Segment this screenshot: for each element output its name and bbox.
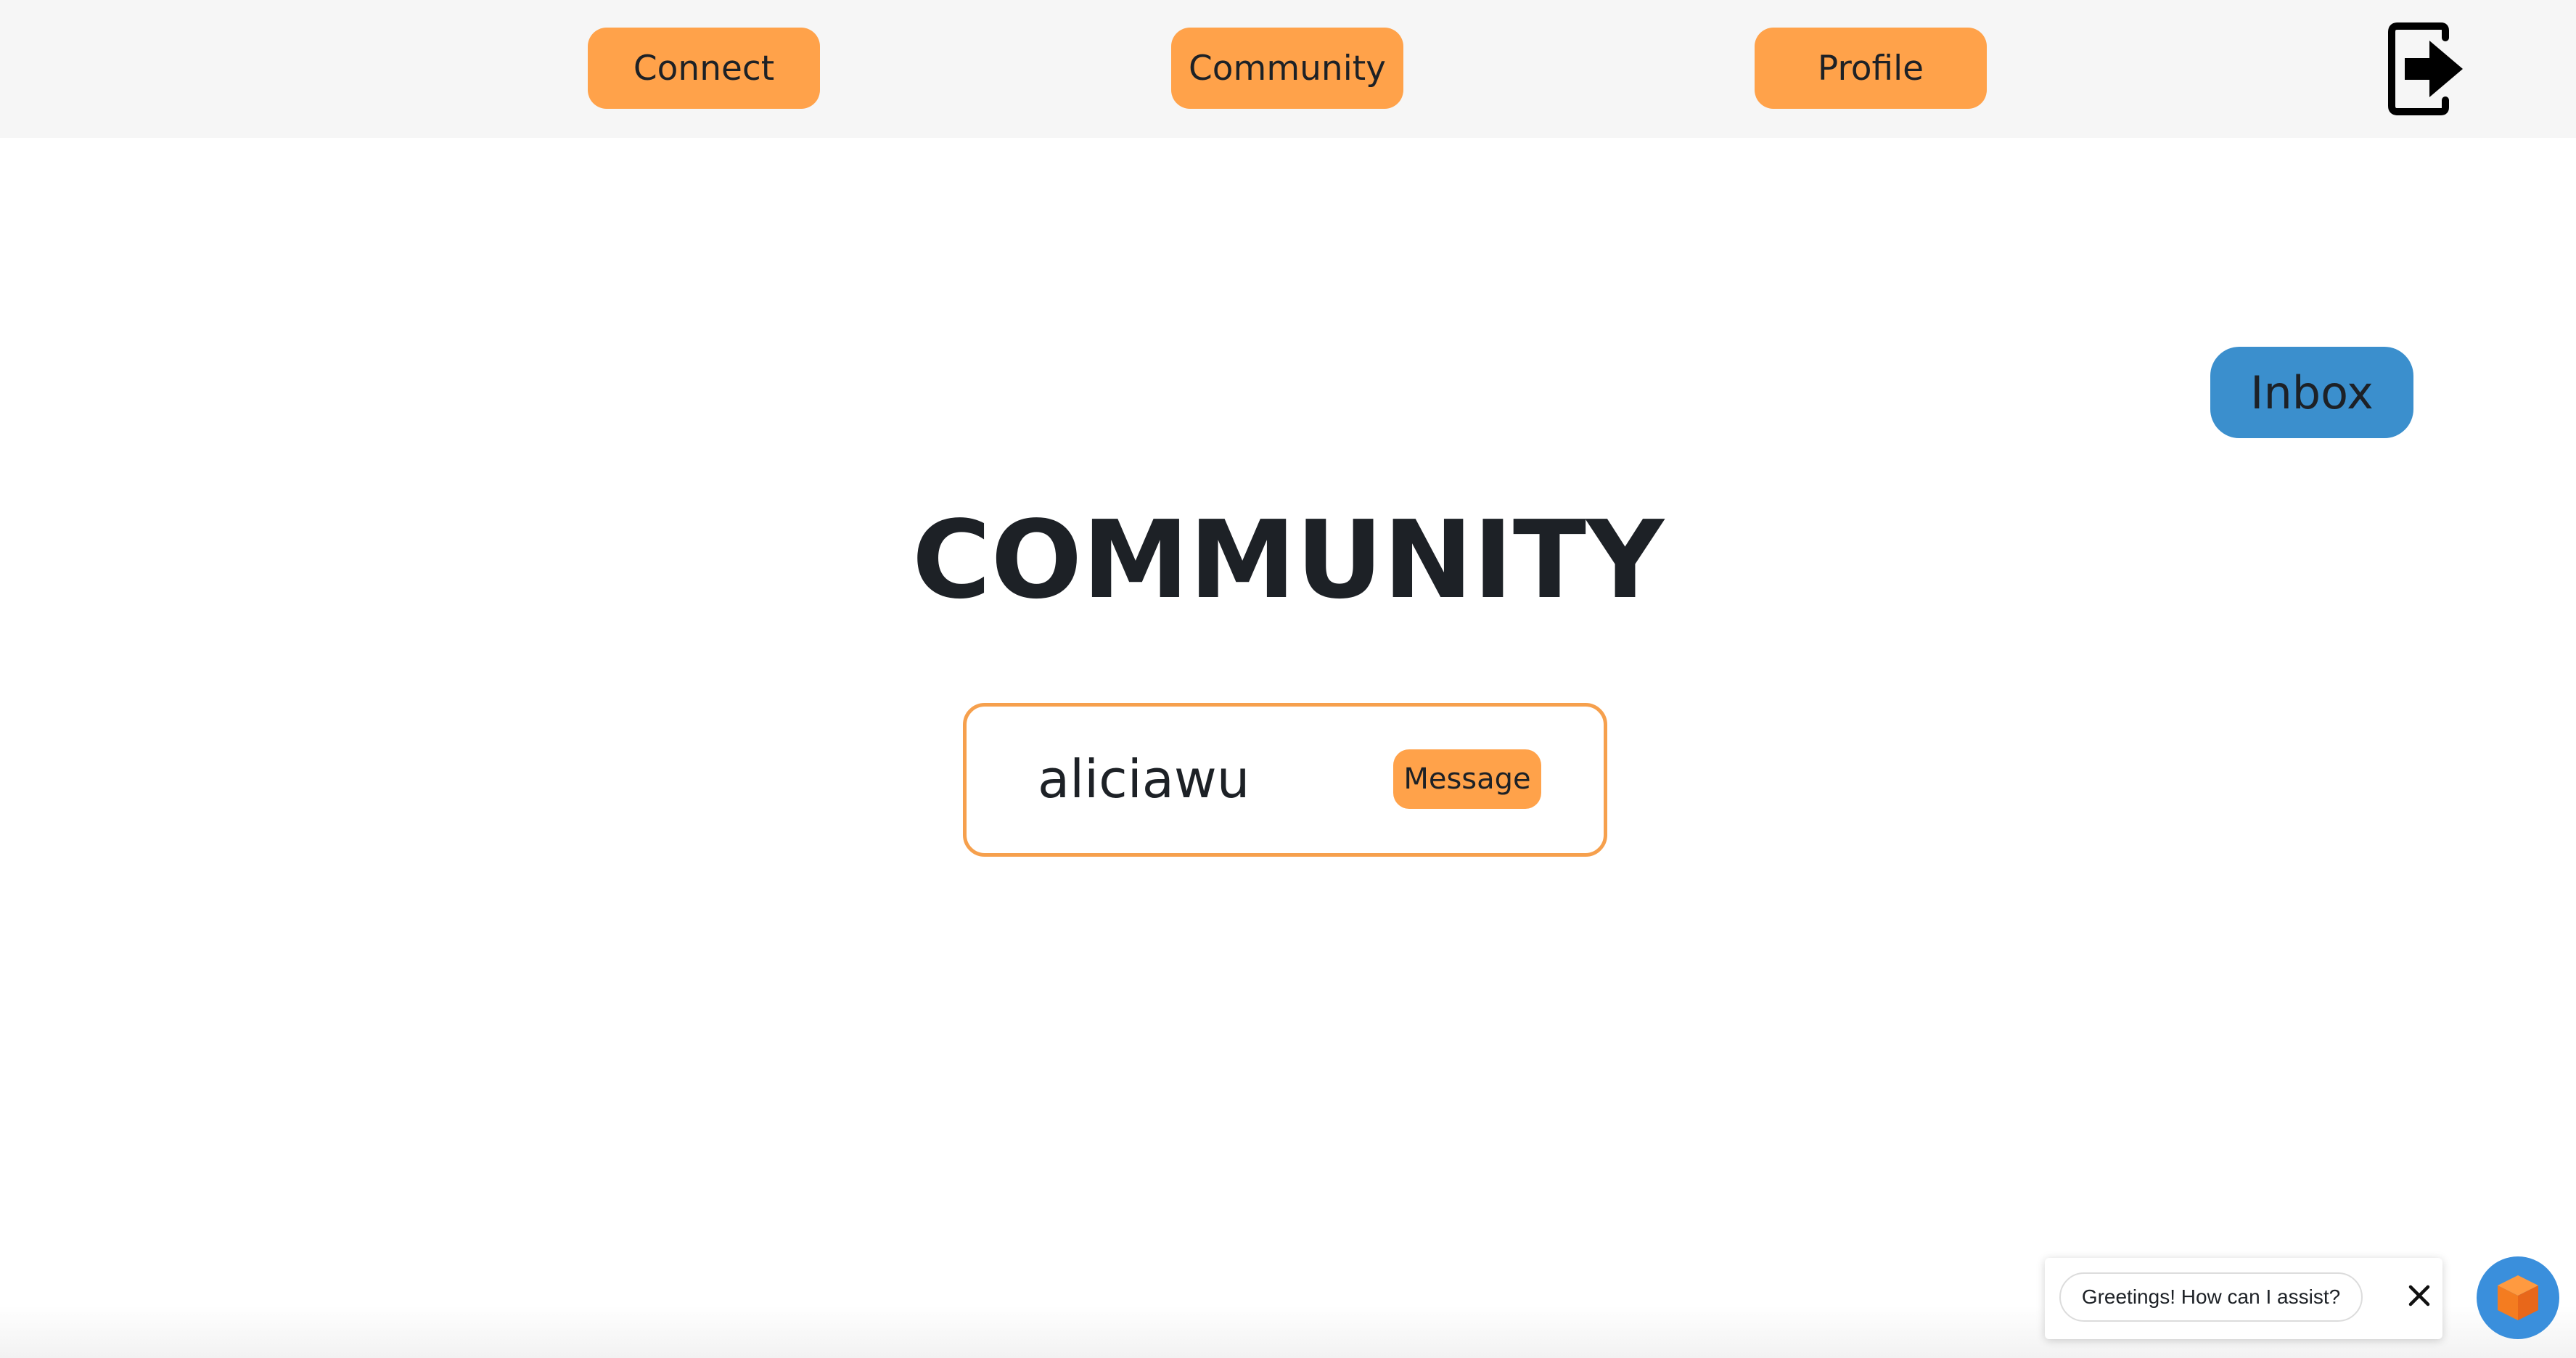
- user-card: aliciawu Message: [963, 703, 1607, 857]
- cube-icon: [2498, 1275, 2538, 1320]
- chat-greeting-bubble[interactable]: Greetings! How can I assist?: [2059, 1272, 2363, 1322]
- chat-greeting-panel: Greetings! How can I assist?: [2045, 1258, 2442, 1339]
- close-icon[interactable]: [2397, 1274, 2441, 1317]
- inbox-button[interactable]: Inbox: [2210, 347, 2413, 438]
- message-button[interactable]: Message: [1393, 749, 1541, 809]
- page-title: COMMUNITY: [911, 498, 1665, 622]
- nav-connect-button[interactable]: Connect: [588, 28, 820, 109]
- username-label: aliciawu: [1038, 749, 1250, 810]
- nav-profile-button[interactable]: Profile: [1755, 28, 1987, 109]
- chat-launcher-button[interactable]: [2477, 1256, 2559, 1339]
- nav-community-button[interactable]: Community: [1171, 28, 1403, 109]
- top-navbar: Connect Community Profile: [0, 0, 2576, 138]
- logout-icon[interactable]: [2387, 22, 2469, 116]
